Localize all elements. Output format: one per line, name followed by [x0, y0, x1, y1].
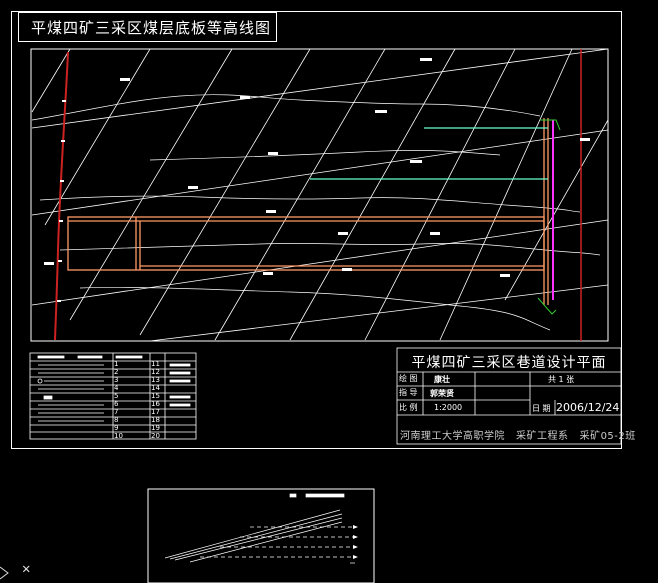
legend-number: 2: [114, 368, 119, 376]
map-frame: [30, 48, 609, 342]
tb-sheet-count: 共 1 张: [548, 375, 575, 384]
contour-map[interactable]: [0, 0, 658, 583]
legend-number: 8: [114, 416, 119, 424]
tb-value-scale: 1:2000: [434, 403, 463, 412]
coordinate-grid: [31, 48, 609, 342]
legend-number: 15: [151, 392, 160, 400]
tb-value-drawn: 康壮: [434, 375, 450, 384]
legend-number: 16: [151, 400, 160, 408]
legend-number: 18: [151, 416, 160, 424]
legend-number: 9: [114, 424, 119, 432]
title-block-title: 平煤四矿三采区巷道设计平面: [411, 355, 607, 371]
legend-number: 19: [151, 424, 160, 432]
tb-date-label: 日 期: [532, 404, 551, 413]
boundary-lines: [54, 49, 582, 341]
roadway-cyan: [310, 127, 548, 180]
legend-number: 7: [114, 408, 119, 416]
section-arrowheads: [353, 525, 358, 559]
legend-number: 11: [151, 360, 160, 368]
contour-labels: [44, 58, 590, 277]
legend-number: 13: [151, 376, 160, 384]
section-profile: [164, 493, 355, 564]
legend-numbers-b: 11 12 13 14 15 16 17 18 19 20: [151, 360, 165, 440]
legend-number: 17: [151, 408, 160, 416]
legend-number: 1: [114, 360, 119, 368]
legend-number: 14: [151, 384, 160, 392]
legend-number: 12: [151, 368, 160, 376]
tb-date-value: 2006/12/24: [556, 401, 620, 414]
crosshair-icon: ✕: [22, 561, 31, 577]
tb-value-advisor: 郭荣贤: [430, 389, 454, 398]
legend-number: 10: [114, 432, 123, 440]
legend-numbers-a: 1 2 3 4 5 6 7 8 9 10: [114, 360, 150, 440]
legend-number: 6: [114, 400, 119, 408]
ucs-axis-icon: [0, 566, 9, 580]
legend-number: 4: [114, 384, 119, 392]
legend-number: 5: [114, 392, 119, 400]
legend-number: 3: [114, 376, 119, 384]
section-viewport: [147, 488, 375, 583]
tb-label-drawn: 绘 图: [399, 374, 418, 383]
tb-label-advisor: 指 导: [399, 388, 418, 397]
roadway-orange: [67, 118, 549, 305]
legend-number: 20: [151, 432, 160, 440]
tb-label-scale: 比 例: [399, 403, 418, 412]
tb-school-line: 河南理工大学高职学院 采矿工程系 采矿05-2班: [400, 431, 636, 442]
